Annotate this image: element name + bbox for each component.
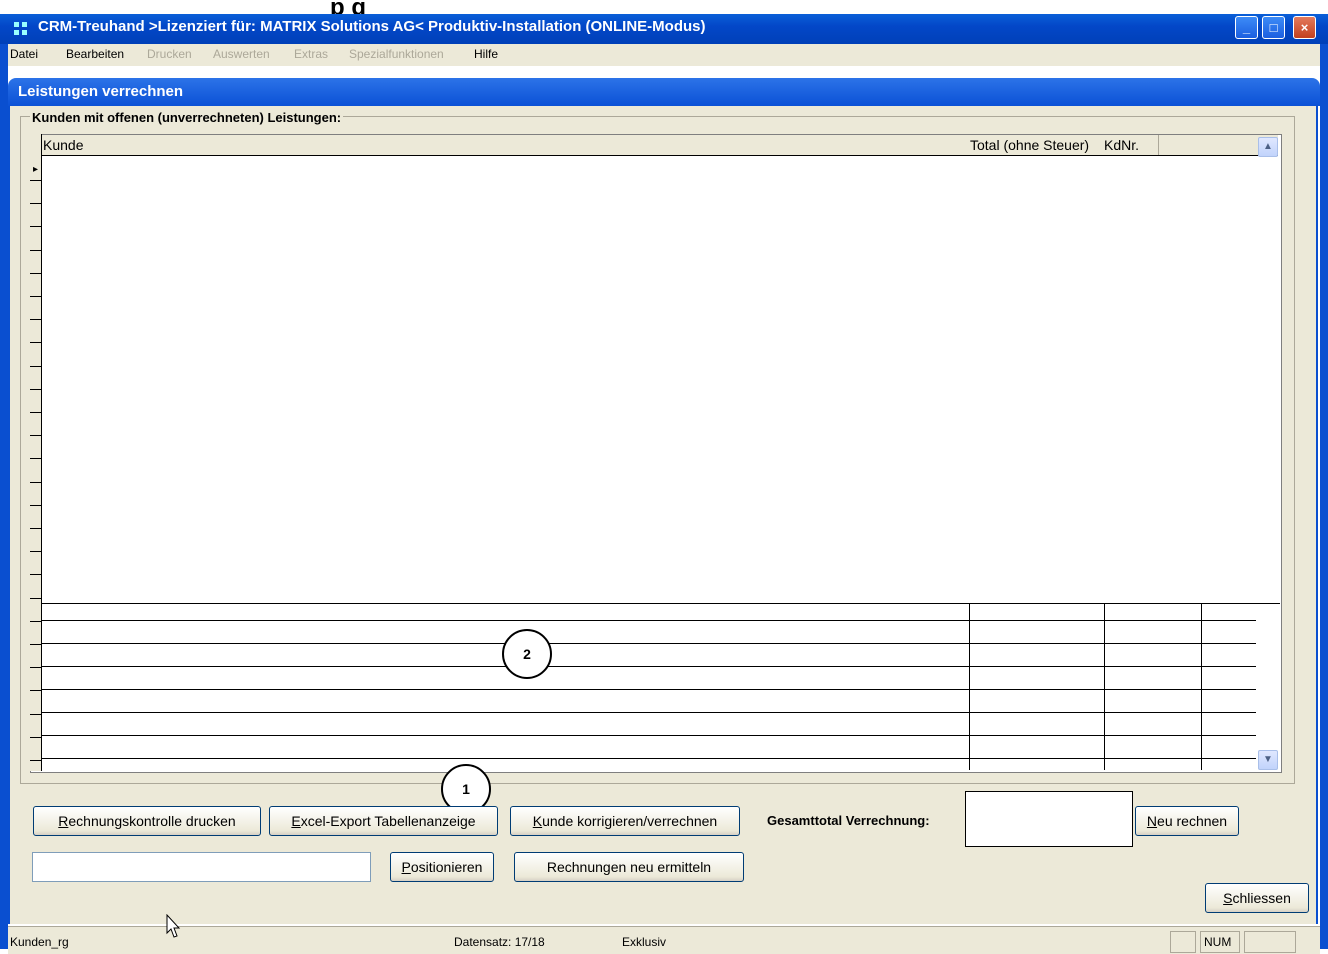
callout-2: 2	[502, 629, 552, 679]
row-selector-line	[30, 528, 42, 529]
grid-row-line	[42, 712, 1256, 713]
grid-row-line	[42, 620, 1256, 621]
grid-row-line	[42, 735, 1256, 736]
col-header-kunde[interactable]: Kunde	[43, 137, 83, 153]
gesamttotal-field[interactable]	[965, 791, 1133, 847]
scroll-up-icon[interactable]: ▲	[1258, 137, 1278, 157]
row-selector-line	[30, 319, 42, 320]
schliessen-button[interactable]: Schliessen	[1205, 883, 1309, 913]
grid-row-line	[42, 666, 1256, 667]
row-selector-line	[30, 737, 42, 738]
grid-divider	[42, 603, 1280, 604]
kunde-korrigieren-button[interactable]: Kunde korrigieren/verrechnen	[510, 806, 740, 836]
row-selector-line	[30, 435, 42, 436]
window-frame-right	[1320, 44, 1328, 949]
neu-rechnen-button[interactable]: Neu rechnen	[1135, 806, 1239, 836]
groupbox-label: Kunden mit offenen (unverrechneten) Leis…	[30, 110, 344, 125]
row-selector-line	[30, 366, 42, 367]
maximize-button[interactable]: □	[1262, 16, 1285, 39]
row-selector-line	[30, 667, 42, 668]
menu-hilfe[interactable]: Hilfe	[474, 47, 498, 61]
row-selector-line	[30, 621, 42, 622]
row-selector-line	[30, 598, 42, 599]
row-selector-line	[30, 760, 42, 761]
row-selector-line	[30, 714, 42, 715]
row-selector-line	[30, 644, 42, 645]
status-panel-scroll	[1244, 931, 1296, 953]
menu-datei[interactable]: Datei	[10, 47, 38, 61]
excel-export-button[interactable]: Excel-Export Tabellenanzeige	[269, 806, 498, 836]
row-selector-line	[30, 551, 42, 552]
grid-column-line	[969, 604, 970, 770]
status-record: Datensatz: 17/18	[454, 935, 545, 949]
current-row-indicator: ▸	[33, 164, 39, 175]
vertical-scrollbar[interactable]	[1256, 604, 1278, 770]
row-selector-line	[30, 180, 42, 181]
row-selector-line	[30, 412, 42, 413]
grid-header: Kunde Total (ohne Steuer) KdNr.	[42, 135, 1278, 156]
row-selector-line	[30, 389, 42, 390]
grid-row-line	[42, 643, 1256, 644]
row-selector-line	[30, 203, 42, 204]
minimize-button[interactable]: _	[1235, 16, 1258, 39]
menu-extras[interactable]: Extras	[294, 47, 328, 61]
row-selector-line	[30, 505, 42, 506]
grid-column-line	[1201, 604, 1202, 770]
grid-column-line	[1104, 604, 1105, 770]
status-num: NUM	[1200, 931, 1240, 953]
app-icon	[14, 22, 28, 36]
row-selector-line	[30, 690, 42, 691]
positionieren-button[interactable]: Positionieren	[390, 852, 494, 882]
menu-drucken[interactable]: Drucken	[147, 47, 192, 61]
header-separator	[1158, 135, 1159, 155]
row-selector-line	[30, 342, 42, 343]
close-button[interactable]: ×	[1293, 16, 1316, 39]
col-header-total[interactable]: Total (ohne Steuer)	[970, 137, 1089, 153]
row-selector-line	[30, 482, 42, 483]
col-header-kdnr[interactable]: KdNr.	[1104, 137, 1139, 153]
menu-auswerten[interactable]: Auswerten	[213, 47, 270, 61]
status-panel-caps	[1170, 931, 1196, 953]
customer-grid[interactable]	[30, 134, 1282, 773]
form-title: Leistungen verrechnen	[18, 83, 184, 100]
grid-row-line	[42, 689, 1256, 690]
row-selector-column	[30, 134, 42, 771]
menu-bar: Datei Bearbeiten Drucken Auswerten Extra…	[8, 44, 1320, 66]
window-frame-left	[0, 44, 8, 949]
row-selector-line	[30, 273, 42, 274]
row-selector-line	[30, 574, 42, 575]
search-input[interactable]	[32, 852, 371, 882]
grid-row-line	[42, 758, 1256, 759]
title-bar: CRM-Treuhand >Lizenziert für: MATRIX Sol…	[0, 14, 1328, 44]
window-title: CRM-Treuhand >Lizenziert für: MATRIX Sol…	[38, 18, 706, 35]
rechnungen-neu-button[interactable]: Rechnungen neu ermitteln	[514, 852, 744, 882]
status-table: Kunden_rg	[10, 935, 69, 949]
row-selector-line	[30, 296, 42, 297]
gesamttotal-label: Gesamttotal Verrechnung:	[767, 813, 930, 828]
menu-bearbeiten[interactable]: Bearbeiten	[66, 47, 124, 61]
mouse-cursor-icon	[166, 914, 181, 938]
form-title-bar: Leistungen verrechnen	[8, 78, 1320, 106]
menu-spezialfunktionen[interactable]: Spezialfunktionen	[349, 47, 444, 61]
rechnungskontrolle-button[interactable]: Rechnungskontrolle drucken	[33, 806, 261, 836]
row-selector-line	[30, 458, 42, 459]
row-selector-line	[30, 250, 42, 251]
status-mode: Exklusiv	[622, 935, 667, 949]
row-selector-line	[30, 226, 42, 227]
scroll-down-icon[interactable]: ▼	[1258, 750, 1278, 770]
status-bar: Kunden_rg Datensatz: 17/18 Exklusiv NUM	[8, 926, 1320, 954]
